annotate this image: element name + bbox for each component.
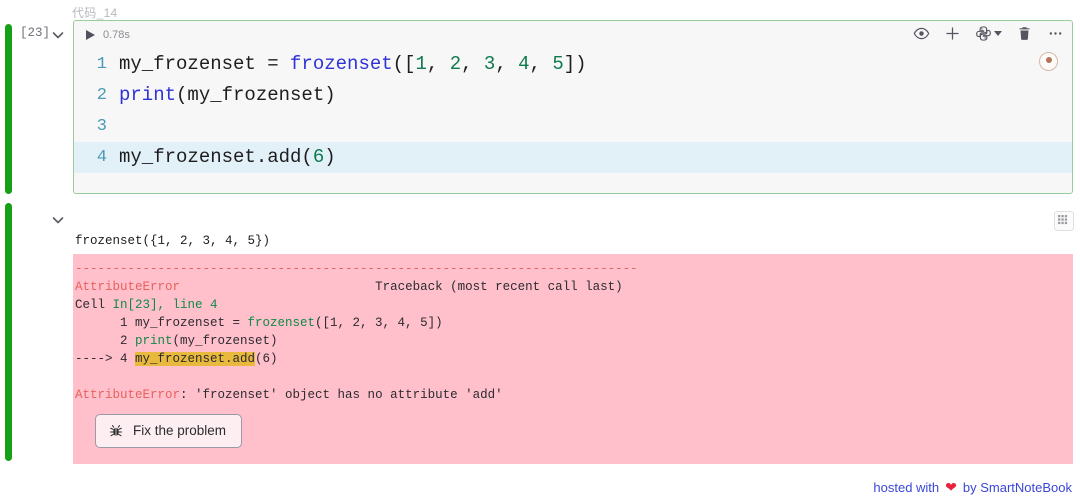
collapse-output-chevron-down-icon[interactable] (50, 212, 66, 228)
traceback-segment: 2 (75, 334, 136, 348)
code-token: , (461, 53, 484, 75)
line-number: 1 (96, 55, 107, 74)
execution-count: [23] (20, 26, 51, 40)
error-traceback: ----------------------------------------… (73, 254, 1073, 464)
traceback-segment: ([1, 2, 3, 4, 5]) (315, 316, 443, 330)
line-text: my_frozenset = frozenset([1, 2, 3, 4, 5]… (119, 49, 587, 80)
footer-suffix: by SmartNoteBook (962, 480, 1072, 495)
code-token: print (119, 84, 177, 106)
error-message-segment: : 'frozenset' object has no attribute 'a… (180, 388, 503, 402)
traceback-line: AttributeError Traceback (most recent ca… (73, 278, 1073, 296)
traceback-line: Cell In[23], line 4 (73, 296, 1073, 314)
traceback-segment: In[23], line 4 (112, 298, 218, 312)
error-message-segment: AttributeError (75, 388, 181, 402)
run-cell-row[interactable]: 0.78s (86, 29, 130, 41)
ellipsis-icon[interactable] (1047, 25, 1064, 42)
line-text: my_frozenset.add(6) (119, 142, 336, 173)
traceback-line: 2 print(my_frozenset) (73, 332, 1073, 350)
error-message: AttributeError: 'frozenset' object has n… (73, 386, 1073, 404)
traceback-spacer (73, 368, 1073, 386)
traceback-segment: AttributeError (75, 280, 181, 294)
cell-title: 代码_14 (72, 6, 118, 20)
code-line[interactable]: 2 print(my_frozenset) (74, 80, 1072, 111)
cell-status-bar-code (5, 24, 12, 194)
code-line[interactable]: 3 (74, 111, 1072, 142)
line-text: print(my_frozenset) (119, 80, 336, 111)
fix-button-label: Fix the problem (133, 423, 227, 438)
plus-icon[interactable] (944, 25, 961, 42)
traceback-segment: frozenset (247, 316, 316, 330)
code-token: ) (324, 146, 336, 168)
line-number: 2 (96, 86, 107, 105)
cell-output: frozenset({1, 2, 3, 4, 5}) -------------… (73, 230, 1073, 464)
code-token: 5 (552, 53, 564, 75)
fix-button-container: Fix the problem (73, 404, 1073, 464)
eye-icon[interactable] (913, 25, 930, 42)
cell-status-bar-output (5, 203, 12, 461)
traceback-line: 1 my_frozenset = frozenset([1, 2, 3, 4, … (73, 314, 1073, 332)
code-token: 1 (415, 53, 427, 75)
execution-time: 0.78s (103, 29, 130, 41)
fix-the-problem-button[interactable]: Fix the problem (95, 414, 243, 448)
traceback-segment: (my_frozenset) (172, 334, 278, 348)
cell-toolbar (913, 25, 1064, 42)
traceback-segment: print (135, 334, 173, 348)
code-token: ]) (563, 53, 587, 75)
python-kernel-icon[interactable] (975, 25, 992, 42)
footer-prefix: hosted with (873, 480, 940, 495)
code-token: , (529, 53, 553, 75)
stdout-text: frozenset({1, 2, 3, 4, 5}) (75, 234, 271, 248)
output-matrix-grid-icon[interactable] (1054, 211, 1074, 231)
code-token: 3 (483, 53, 496, 75)
code-line[interactable]: 1 my_frozenset = frozenset([1, 2, 3, 4, 5… (74, 49, 1072, 80)
traceback-segment: (6) (255, 352, 278, 366)
traceback-divider: ----------------------------------------… (75, 262, 638, 276)
code-editor[interactable]: 1 my_frozenset = frozenset([1, 2, 3, 4, 5… (74, 49, 1072, 173)
footer: hosted with ❤ by SmartNoteBook (873, 479, 1072, 496)
code-token: frozenset (290, 53, 393, 75)
traceback-line: ----> 4 my_frozenset.add(6) (73, 350, 1073, 368)
code-cell[interactable]: 0.78s 1 my_frozenset = frozenset([1, 2, … (73, 20, 1073, 194)
run-play-icon[interactable] (86, 30, 95, 40)
code-token: , (426, 53, 450, 75)
traceback-segment: Traceback (most recent call last) (180, 280, 623, 294)
code-token: , (495, 53, 519, 75)
notebook-page: 代码_14 [23] 0.78s 1 my_frozenset = frozen… (0, 0, 1080, 500)
code-token: my_frozenset.add( (119, 146, 313, 168)
code-line[interactable]: 4 my_frozenset.add(6) (74, 142, 1072, 173)
trash-icon[interactable] (1016, 25, 1033, 42)
kernel-selector[interactable] (975, 25, 1002, 42)
traceback-segment: Cell (75, 298, 113, 312)
traceback-segment: 1 my_frozenset = (75, 316, 248, 330)
code-token: 2 (449, 53, 462, 75)
code-token: 6 (312, 146, 325, 168)
collapse-code-chevron-down-icon[interactable] (50, 27, 66, 43)
line-number: 3 (96, 117, 107, 136)
code-token: (my_frozenset) (176, 84, 336, 106)
heart-icon: ❤ (945, 479, 957, 495)
line-number: 4 (96, 148, 107, 167)
code-token: 4 (518, 53, 530, 75)
code-token: my_frozenset = (119, 53, 291, 75)
kernel-chevron-down-icon[interactable] (994, 31, 1002, 36)
traceback-segment: ----> 4 (75, 352, 136, 366)
traceback-segment: my_frozenset.add (135, 352, 256, 366)
code-token: ([ (392, 53, 416, 75)
bug-icon (108, 423, 124, 439)
